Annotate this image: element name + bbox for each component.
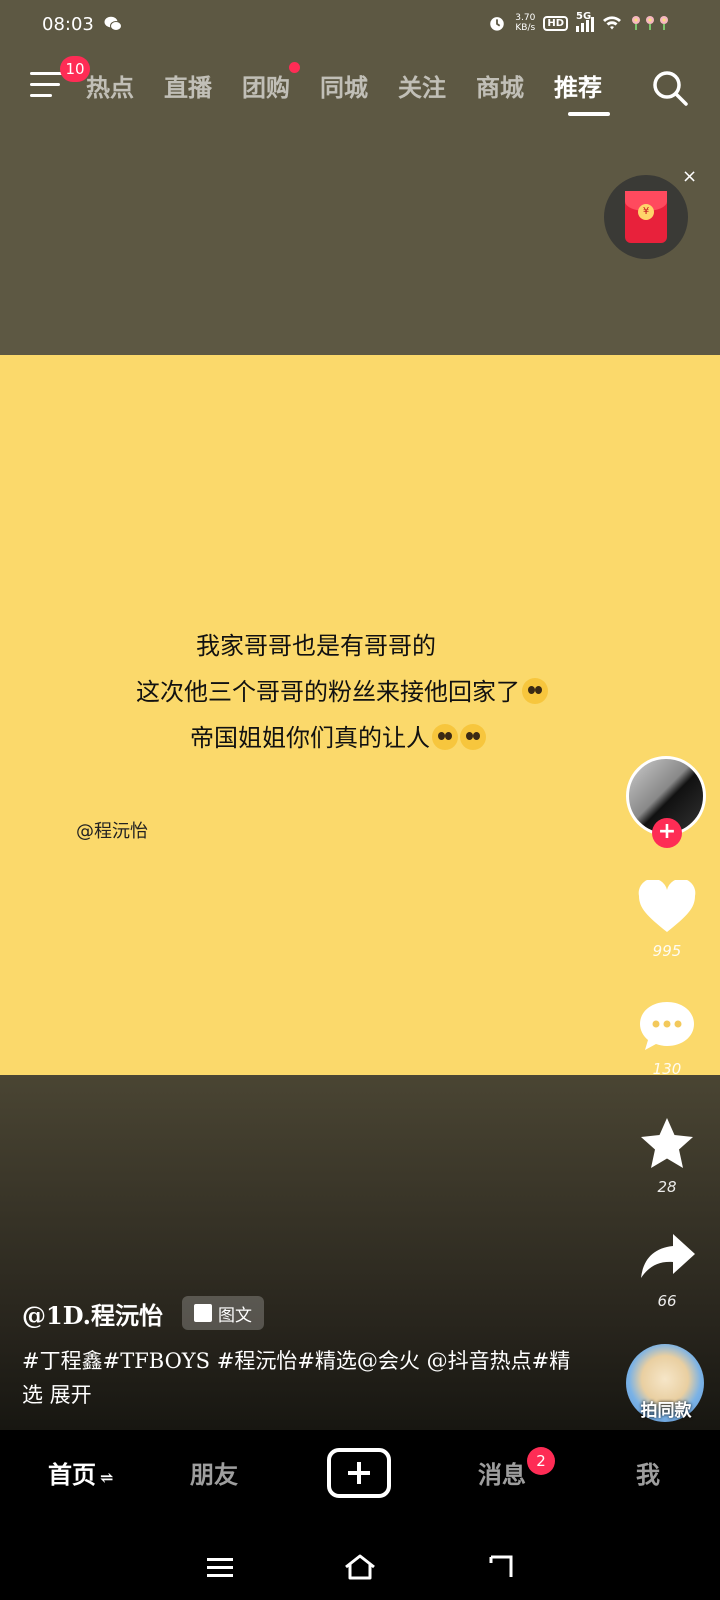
tab-following[interactable]: 关注 bbox=[398, 68, 446, 108]
share-arrow-icon bbox=[641, 1234, 695, 1278]
tab-group-buy[interactable]: 团购 bbox=[242, 62, 300, 108]
like-count: 995 bbox=[652, 942, 682, 960]
post-text-line-3: 帝国姐姐你们真的让人 bbox=[190, 718, 486, 753]
tab-label: 推荐 bbox=[554, 73, 602, 102]
switch-icon: ⇌ bbox=[100, 1468, 114, 1487]
tab-local[interactable]: 同城 bbox=[320, 68, 368, 108]
pleading-face-emoji-icon bbox=[460, 724, 486, 750]
close-icon[interactable]: × bbox=[682, 166, 697, 187]
tab-label: 直播 bbox=[164, 73, 212, 102]
alarm-icon bbox=[490, 17, 505, 31]
comment-count: 130 bbox=[652, 1060, 682, 1078]
create-post-button[interactable] bbox=[327, 1448, 391, 1498]
post-text-line-1: 我家哥哥也是有哥哥的 bbox=[196, 626, 436, 661]
top-tabs: 热点 直播 团购 同城 关注 商城 推荐 bbox=[86, 62, 632, 108]
nav-home-label: 首页 bbox=[48, 1460, 96, 1489]
heart-icon bbox=[638, 878, 696, 932]
pleading-face-emoji-icon bbox=[432, 724, 458, 750]
nav-home[interactable]: 首页 ⇌ bbox=[48, 1455, 113, 1490]
tab-label: 热点 bbox=[86, 73, 134, 102]
active-tab-indicator bbox=[568, 112, 610, 116]
plus-icon bbox=[348, 1462, 370, 1484]
hd-icon: HD bbox=[543, 15, 568, 31]
author-name[interactable]: @1D.程沅怡 bbox=[22, 1296, 163, 1331]
comment-icon bbox=[640, 1002, 694, 1050]
share-button[interactable]: 66 bbox=[632, 1230, 702, 1310]
nav-friends[interactable]: 朋友 bbox=[190, 1455, 238, 1490]
wifi-icon bbox=[603, 16, 621, 30]
favorite-count: 28 bbox=[657, 1178, 677, 1196]
star-icon bbox=[641, 1118, 693, 1168]
favorite-button[interactable]: 28 bbox=[632, 1116, 702, 1196]
post-card[interactable] bbox=[0, 355, 720, 1075]
same-style-button[interactable]: 拍同款 bbox=[626, 1344, 706, 1424]
nav-me[interactable]: 我 bbox=[636, 1455, 660, 1490]
comment-button[interactable]: 130 bbox=[632, 998, 702, 1078]
post-text: 帝国姐姐你们真的让人 bbox=[190, 724, 430, 752]
tab-label: 商城 bbox=[476, 73, 524, 102]
tab-mall[interactable]: 商城 bbox=[476, 68, 524, 108]
post-text-line-2: 这次他三个哥哥的粉丝来接他回家了 bbox=[136, 672, 548, 707]
net-speed-unit: KB/s bbox=[515, 23, 536, 33]
tab-label: 同城 bbox=[320, 73, 368, 102]
red-envelope-icon: ¥ bbox=[625, 191, 667, 243]
pleading-face-emoji-icon bbox=[522, 678, 548, 704]
top-background bbox=[0, 0, 720, 355]
nav-messages[interactable]: 消息 bbox=[478, 1455, 526, 1490]
image-post-icon bbox=[194, 1304, 212, 1322]
search-icon[interactable] bbox=[650, 68, 690, 108]
nav-me-label: 我 bbox=[636, 1460, 660, 1489]
battery-flower-icon bbox=[630, 15, 670, 31]
red-packet-button[interactable]: ¥ bbox=[604, 175, 688, 259]
recent-apps-icon[interactable] bbox=[200, 1548, 240, 1586]
post-text: 我家哥哥也是有哥哥的 bbox=[196, 632, 436, 660]
nav-friends-label: 朋友 bbox=[190, 1460, 238, 1489]
tab-label: 关注 bbox=[398, 73, 446, 102]
menu-icon[interactable] bbox=[30, 72, 64, 100]
tab-recommend[interactable]: 推荐 bbox=[554, 68, 602, 108]
signal-icon: 5G bbox=[576, 11, 594, 32]
net-speed: 3.70 KB/s bbox=[515, 13, 535, 33]
status-icons: 3.70 KB/s HD 5G bbox=[487, 11, 670, 33]
tab-live[interactable]: 直播 bbox=[164, 68, 212, 108]
image-post-label: 图文 bbox=[218, 1305, 252, 1326]
coin-icon: ¥ bbox=[638, 204, 654, 220]
home-icon[interactable] bbox=[340, 1548, 380, 1586]
back-icon[interactable] bbox=[480, 1548, 520, 1586]
tab-label: 团购 bbox=[242, 73, 290, 102]
share-count: 66 bbox=[657, 1292, 677, 1310]
status-bar: 08:03 3.70 KB/s HD 5G bbox=[0, 0, 720, 50]
status-time: 08:03 bbox=[42, 14, 94, 35]
tab-hot[interactable]: 热点 bbox=[86, 68, 134, 108]
like-button[interactable]: 995 bbox=[632, 878, 702, 960]
follow-plus-icon[interactable]: + bbox=[652, 818, 682, 848]
network-type: 5G bbox=[576, 11, 592, 22]
nav-messages-label: 消息 bbox=[478, 1460, 526, 1489]
net-speed-value: 3.70 bbox=[515, 13, 536, 23]
same-style-label: 拍同款 bbox=[640, 1401, 692, 1421]
post-watermark: @程沅怡 bbox=[76, 821, 148, 842]
image-post-tag: 图文 bbox=[182, 1296, 264, 1330]
app-screen: 08:03 3.70 KB/s HD 5G 10 热点 直播 团购 同城 关注 … bbox=[0, 0, 720, 1600]
wechat-icon bbox=[104, 16, 122, 31]
messages-badge: 2 bbox=[527, 1447, 555, 1475]
new-dot bbox=[289, 62, 300, 73]
post-text: 这次他三个哥哥的粉丝来接他回家了 bbox=[136, 678, 520, 706]
post-description[interactable]: #丁程鑫#TFBOYS #程沅怡#精选@会火 @抖音热点#精选 展开 bbox=[22, 1344, 582, 1412]
